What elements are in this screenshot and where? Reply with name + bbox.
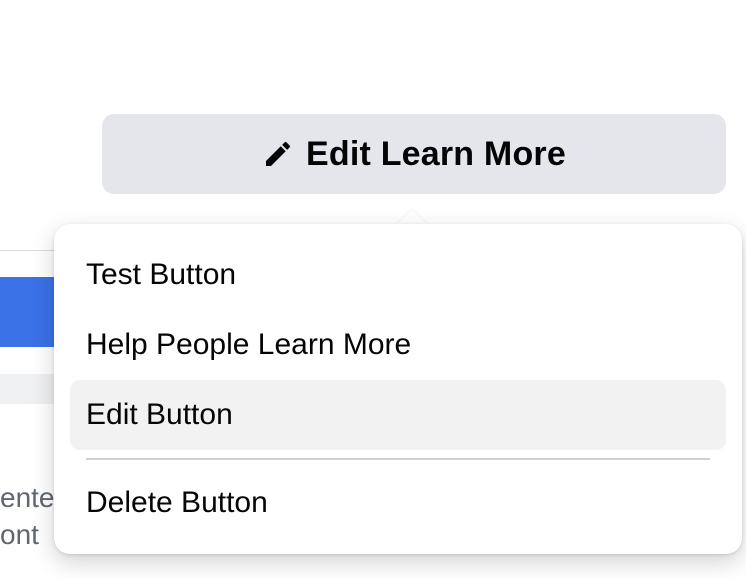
menu-caret [396, 210, 428, 225]
background-blue-button[interactable] [0, 277, 60, 347]
pencil-icon [262, 138, 294, 170]
background-text-line-2: ont [0, 519, 39, 550]
menu-divider [86, 458, 710, 460]
menu-item-help-people-learn-more[interactable]: Help People Learn More [70, 310, 726, 380]
edit-learn-more-button[interactable]: Edit Learn More [102, 114, 726, 194]
background-strip [0, 374, 60, 404]
menu-item-delete-button[interactable]: Delete Button [70, 468, 726, 538]
menu-item-edit-button[interactable]: Edit Button [70, 380, 726, 450]
background-text-line-1: ente [0, 482, 55, 513]
menu-item-test-button[interactable]: Test Button [70, 240, 726, 310]
edit-learn-more-label: Edit Learn More [306, 134, 566, 173]
background-divider [0, 250, 60, 251]
button-options-menu: Test Button Help People Learn More Edit … [54, 224, 742, 554]
